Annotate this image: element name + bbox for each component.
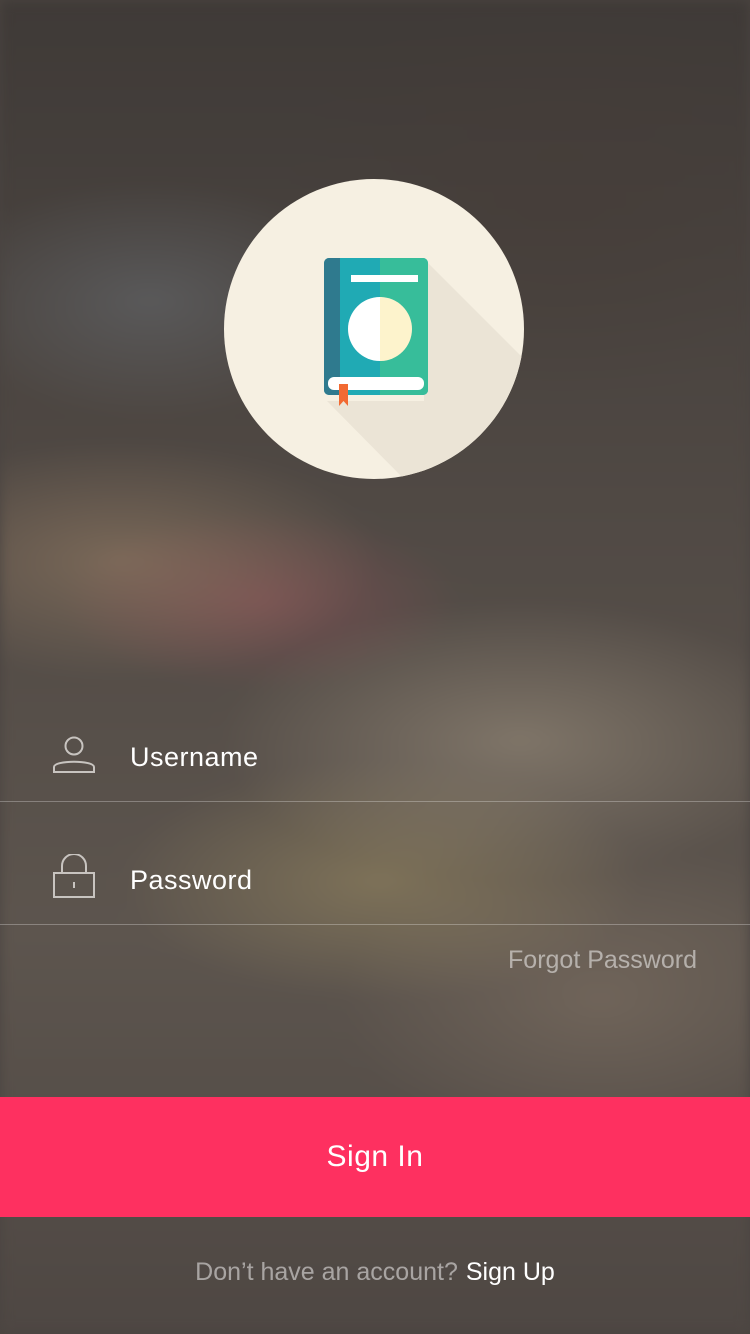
forgot-password-link[interactable]: Forgot Password [508, 946, 697, 975]
lock-icon [53, 854, 95, 898]
sign-in-button[interactable]: Sign In [0, 1097, 750, 1217]
signup-prompt: Don’t have an account? Sign Up [0, 1258, 750, 1287]
username-field[interactable]: Username [0, 679, 750, 802]
sign-up-link[interactable]: Sign Up [466, 1258, 555, 1286]
app-logo [224, 179, 524, 479]
username-input[interactable]: Username [130, 742, 259, 773]
password-input[interactable]: Password [130, 865, 253, 896]
book-icon [324, 258, 524, 479]
password-field[interactable]: Password [0, 802, 750, 925]
user-icon [53, 736, 95, 773]
signup-question: Don’t have an account? [195, 1258, 458, 1286]
